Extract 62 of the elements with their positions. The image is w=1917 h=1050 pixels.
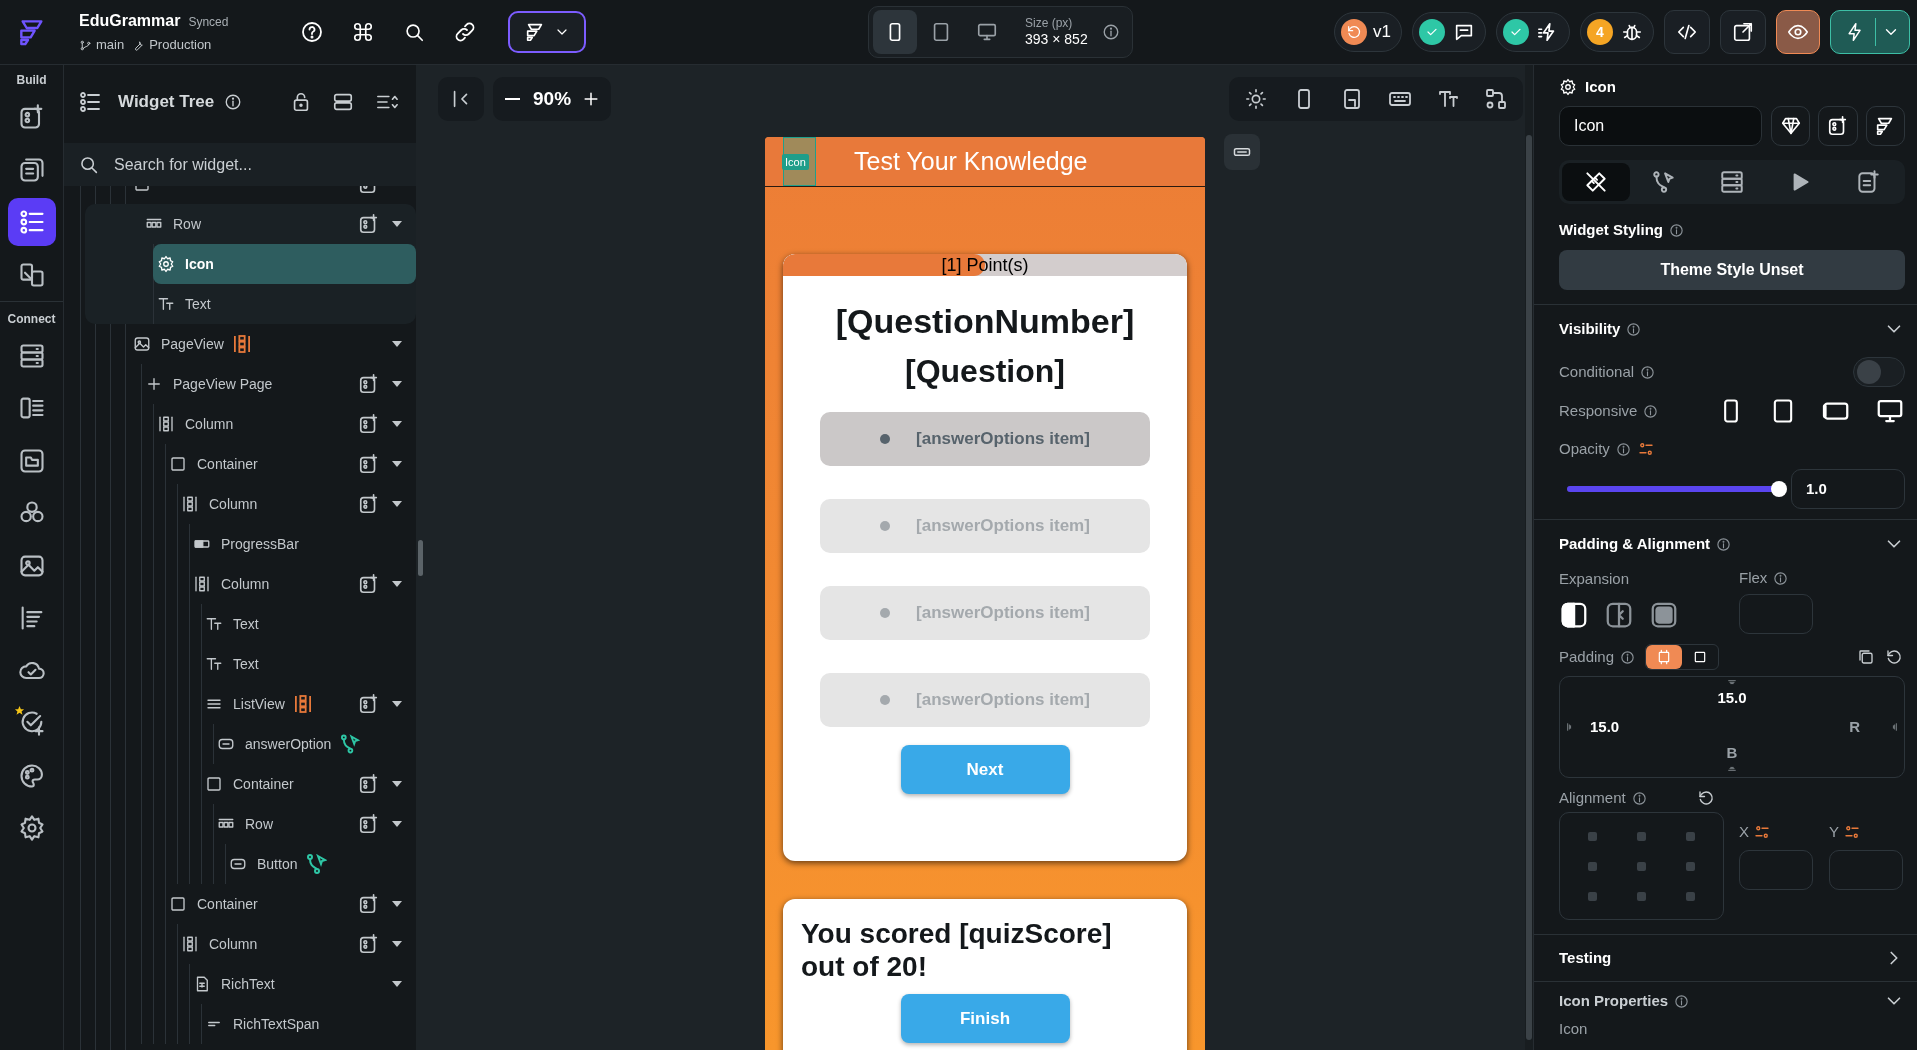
section-label: Build <box>16 72 47 89</box>
tree-item[interactable]: Text <box>201 604 416 644</box>
padding-bottom-value[interactable]: B <box>1726 743 1738 762</box>
tree-item[interactable]: PageView Page <box>141 364 416 404</box>
tree-item[interactable]: Text <box>153 284 416 324</box>
branch-name[interactable]: main <box>96 35 125 55</box>
padding-top-value[interactable]: 15.0 <box>1717 689 1747 707</box>
section-title[interactable]: Icon Properties <box>1559 989 1669 1013</box>
field-label: Icon <box>1559 1020 1589 1038</box>
section-label: Connect <box>7 310 56 328</box>
tree-item[interactable]: ListView <box>201 684 416 724</box>
section-title[interactable]: Visibility <box>1559 317 1621 341</box>
widget-name-field[interactable]: Icon <box>1559 106 1762 146</box>
question-text: [Question] <box>904 352 1066 391</box>
tree-item[interactable]: Button <box>225 844 416 884</box>
widget-type-title: Icon <box>1585 76 1616 97</box>
tree-item[interactable]: PageView <box>129 324 416 364</box>
field-label: Opacity <box>1559 438 1610 459</box>
question-number: [QuestionNumber] <box>834 301 1136 342</box>
search-field[interactable]: Search for widget... <box>64 143 416 186</box>
size-value: 393 × 852 <box>1025 30 1088 49</box>
panel-title: Widget Tree <box>118 91 215 114</box>
tree-item[interactable]: Icon <box>153 244 416 284</box>
answer-option[interactable]: [answerOptions item] <box>820 412 1150 466</box>
section-title[interactable]: Testing <box>1559 946 1612 970</box>
tree-item[interactable]: RichTextSpan <box>201 1004 416 1044</box>
field-label: X <box>1739 821 1749 842</box>
tree-item[interactable]: ProgressBar <box>189 524 416 564</box>
field-label: Flex <box>1739 567 1768 588</box>
field-label: Padding <box>1559 646 1615 667</box>
field-label: Alignment <box>1559 787 1626 808</box>
tree-item[interactable]: Column <box>177 924 416 964</box>
field-label: Conditional <box>1559 361 1635 382</box>
tree-item[interactable]: Text <box>201 644 416 684</box>
theme-style-button[interactable]: Theme Style Unset <box>1559 250 1905 290</box>
tree-item[interactable]: Column <box>177 484 416 524</box>
tree-item[interactable]: Column <box>189 564 416 604</box>
zoom-level: 90% <box>533 86 572 111</box>
field-label: Expansion <box>1559 569 1631 588</box>
app-bar-title: Test Your Knowledge <box>854 145 1088 177</box>
padding-left-value[interactable]: 15.0 <box>1590 715 1620 739</box>
environment-name[interactable]: Production <box>149 35 212 55</box>
widget-tag: Icon <box>782 154 809 170</box>
opacity-field[interactable]: 1.0 <box>1791 469 1905 509</box>
score-message: You scored [quizScore] out of 20! <box>801 917 1113 983</box>
section-label: Widget Styling <box>1559 219 1664 240</box>
field-label: Responsive <box>1559 400 1638 421</box>
section-title[interactable]: Padding & Alignment <box>1559 532 1711 556</box>
project-name: EduGrammar <box>79 11 181 32</box>
tree-item[interactable]: RichText <box>189 964 416 1004</box>
tree-item[interactable]: answerOption <box>213 724 416 764</box>
field-label: Y <box>1829 821 1839 842</box>
tree-item[interactable]: Column <box>153 404 416 444</box>
size-label: Size (px) <box>1025 15 1074 31</box>
tree-item[interactable]: Row <box>213 804 416 844</box>
version-button[interactable]: v1 <box>1334 12 1402 52</box>
sync-status: Synced <box>188 14 229 32</box>
tree-item[interactable]: Row <box>141 204 416 244</box>
padding-right-value[interactable]: R <box>1849 715 1860 739</box>
tree-item[interactable]: Container <box>201 764 416 804</box>
tree-item[interactable]: Container <box>165 444 416 484</box>
tree-item[interactable]: Container <box>165 884 416 924</box>
